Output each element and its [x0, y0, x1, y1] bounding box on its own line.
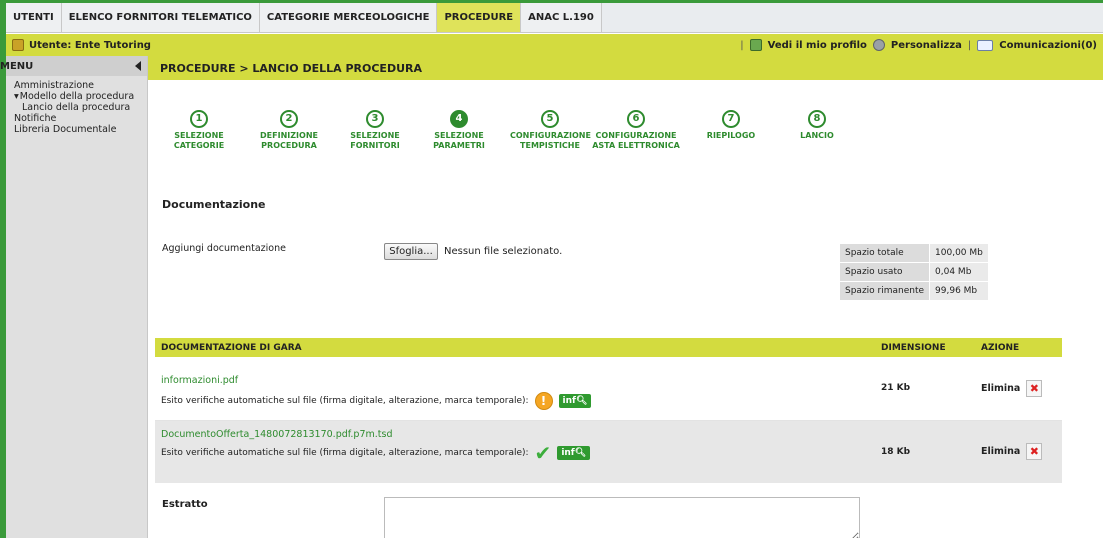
collapse-arrow-icon[interactable] [135, 61, 141, 71]
separator: | [967, 39, 972, 51]
sidebar-item-modello[interactable]: Modello della procedura [14, 91, 147, 102]
esito-text: Esito verifiche automatiche sul file (fi… [161, 447, 529, 458]
step-label: SELEZIONE FORNITORI [350, 131, 400, 150]
info-button[interactable]: inf🔍︎ [557, 445, 591, 460]
tab-elenco-fornitori[interactable]: ELENCO FORNITORI TELEMATICO [61, 3, 260, 32]
browse-button[interactable]: Sfoglia... [384, 243, 438, 260]
step-label: RIEPILOGO [706, 131, 756, 140]
header-documentazione: DOCUMENTAZIONE DI GARA [155, 338, 875, 357]
doc-link[interactable]: DocumentoOfferta_1480072813170.pdf.p7m.t… [161, 429, 869, 440]
space-table: Spazio totale 100,00 Mb Spazio usato 0,0… [838, 243, 989, 301]
tab-utenti[interactable]: UTENTI [6, 3, 62, 32]
esito-text: Esito verifiche automatiche sul file (fi… [161, 396, 529, 406]
doc-action: Elimina ✖ [975, 420, 1062, 483]
wizard-steps: 1 SELEZIONE CATEGORIE 2 DEFINIZIONE PROC… [148, 110, 848, 160]
table-row: informazioni.pdf Esito verifiche automat… [155, 357, 1062, 421]
step-number: 3 [366, 110, 384, 128]
estratto-textarea[interactable] [384, 497, 860, 538]
step-8[interactable]: 8 LANCIO [772, 110, 862, 141]
step-number: 2 [280, 110, 298, 128]
profile-icon [749, 39, 762, 51]
tab-anac[interactable]: ANAC L.190 [521, 3, 602, 32]
step-number: 4 [450, 110, 468, 128]
sidebar-header: MENU [0, 56, 147, 76]
delete-link[interactable]: Elimina [981, 446, 1020, 457]
warning-icon: ! [534, 392, 553, 410]
header-azione: AZIONE [975, 338, 1062, 357]
messages-link[interactable]: Comunicazioni(0) [999, 40, 1097, 51]
checkmark-icon: ✔ [534, 440, 552, 465]
step-number: 6 [627, 110, 645, 128]
info-button[interactable]: inf🔍︎ [558, 394, 592, 408]
tab-categorie[interactable]: CATEGORIE MERCEOLOGICHE [259, 3, 438, 32]
step-5[interactable]: 5 CONFIGURAZIONE TEMPISTICHE [505, 110, 595, 151]
user-icon [12, 39, 24, 51]
step-number: 8 [808, 110, 826, 128]
sidebar-title: MENU [0, 60, 34, 72]
doc-cell: DocumentoOfferta_1480072813170.pdf.p7m.t… [155, 420, 875, 483]
space-value: 99,96 Mb [929, 281, 989, 301]
info-label: inf [561, 447, 575, 458]
sidebar-item-amministrazione[interactable]: Amministrazione [14, 80, 147, 91]
info-label: inf [562, 396, 576, 406]
esito-line: Esito verifiche automatiche sul file (fi… [161, 440, 869, 465]
space-key: Spazio rimanente [838, 281, 931, 301]
space-key: Spazio usato [838, 262, 931, 282]
delete-file-icon[interactable]: ✖ [1026, 443, 1043, 461]
sidebar-item-lancio[interactable]: Lancio della procedura [14, 102, 147, 113]
top-navigation: UTENTI ELENCO FORNITORI TELEMATICO CATEG… [6, 3, 1103, 33]
step-label: SELEZIONE PARAMETRI [433, 131, 485, 150]
step-label: SELEZIONE CATEGORIE [173, 131, 225, 150]
documents-table: DOCUMENTAZIONE DI GARA DIMENSIONE AZIONE… [155, 338, 1062, 483]
step-4[interactable]: 4 SELEZIONE PARAMETRI [414, 110, 504, 151]
add-documentation-label: Aggiungi documentazione [162, 243, 286, 254]
doc-cell: informazioni.pdf Esito verifiche automat… [155, 357, 875, 421]
header-dimensione: DIMENSIONE [875, 338, 975, 357]
separator: | [740, 39, 744, 51]
table-header-row: DOCUMENTAZIONE DI GARA DIMENSIONE AZIONE [155, 338, 1062, 357]
step-7[interactable]: 7 RIEPILOGO [686, 110, 776, 141]
doc-link[interactable]: informazioni.pdf [161, 375, 869, 386]
table-row: Spazio totale 100,00 Mb [838, 243, 989, 263]
step-label: DEFINIZIONE PROCEDURA [260, 131, 318, 150]
mail-icon [977, 39, 994, 51]
delete-file-icon[interactable]: ✖ [1026, 379, 1043, 397]
step-3[interactable]: 3 SELEZIONE FORNITORI [330, 110, 420, 151]
step-label: CONFIGURAZIONE TEMPISTICHE [510, 131, 591, 150]
sidebar-menu: Amministrazione Modello della procedura … [6, 76, 147, 135]
customize-link[interactable]: Personalizza [891, 40, 962, 51]
sidebar-item-libreria[interactable]: Libreria Documentale [14, 124, 147, 135]
delete-link[interactable]: Elimina [981, 383, 1020, 394]
step-label: LANCIO [800, 131, 834, 140]
table-row: Spazio usato 0,04 Mb [838, 262, 989, 282]
estratto-label: Estratto [162, 499, 208, 510]
table-row: DocumentoOfferta_1480072813170.pdf.p7m.t… [155, 420, 1062, 483]
space-key: Spazio totale [838, 243, 931, 263]
step-number: 5 [541, 110, 559, 128]
user-label: Utente: Ente Tutoring [29, 39, 151, 51]
user-bar: Utente: Ente Tutoring | Vedi il mio prof… [6, 34, 1103, 56]
breadcrumb: PROCEDURE > LANCIO DELLA PROCEDURA [148, 56, 1103, 80]
step-1[interactable]: 1 SELEZIONE CATEGORIE [154, 110, 244, 151]
doc-size: 21 Kb [875, 357, 975, 421]
tab-procedure[interactable]: PROCEDURE [437, 3, 522, 32]
profile-link[interactable]: Vedi il mio profilo [768, 40, 867, 51]
file-status: Nessun file selezionato. [444, 246, 563, 257]
gear-icon [872, 39, 885, 51]
step-2[interactable]: 2 DEFINIZIONE PROCEDURA [244, 110, 334, 151]
documentation-title: Documentazione [162, 198, 266, 211]
step-number: 7 [722, 110, 740, 128]
doc-action: Elimina ✖ [975, 357, 1062, 421]
step-6[interactable]: 6 CONFIGURAZIONE ASTA ELETTRONICA [591, 110, 681, 151]
space-value: 0,04 Mb [929, 262, 989, 282]
sidebar: MENU Amministrazione Modello della proce… [0, 56, 148, 538]
sidebar-item-notifiche[interactable]: Notifiche [14, 113, 147, 124]
table-row: Spazio rimanente 99,96 Mb [838, 281, 989, 301]
doc-size: 18 Kb [875, 420, 975, 483]
step-label: CONFIGURAZIONE ASTA ELETTRONICA [592, 131, 680, 150]
sidebar-item-label: Modello della procedura [19, 91, 135, 102]
step-number: 1 [190, 110, 208, 128]
esito-line: Esito verifiche automatiche sul file (fi… [161, 392, 869, 410]
space-value: 100,00 Mb [929, 243, 989, 263]
